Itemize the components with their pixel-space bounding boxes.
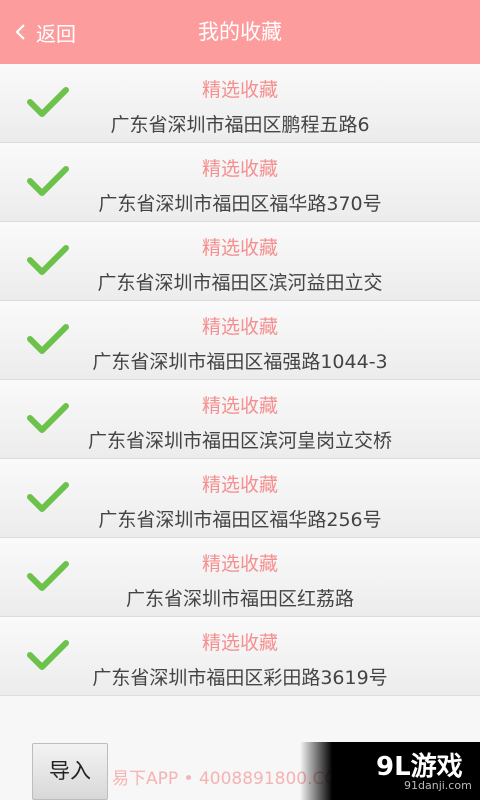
list-item[interactable]: 精选收藏 广东省深圳市福田区福华路370号 xyxy=(0,143,480,222)
import-button[interactable]: 导入 xyxy=(32,743,108,800)
item-address: 广东省深圳市福田区福华路256号 xyxy=(98,509,382,531)
list-item[interactable]: 精选收藏 广东省深圳市福田区福强路1044-3 xyxy=(0,301,480,380)
list-item[interactable]: 精选收藏 广东省深圳市福田区滨河皇岗立交桥 xyxy=(0,380,480,459)
list-item[interactable]: 精选收藏 广东省深圳市福田区鹏程五路6 xyxy=(0,64,480,143)
app-header: 返回 我的收藏 xyxy=(0,0,480,64)
footer-bar: 导入 易下APP • 4008891800.COM 9L游戏 91danji.c… xyxy=(0,742,480,800)
list-item[interactable]: 精选收藏 广东省深圳市福田区彩田路3619号 xyxy=(0,617,480,696)
item-title: 精选收藏 xyxy=(201,395,278,417)
item-title: 精选收藏 xyxy=(201,316,278,338)
logo-sub-text: 91danji.com xyxy=(404,779,472,792)
item-address: 广东省深圳市福田区鹏程五路6 xyxy=(110,114,370,136)
favorites-list: 精选收藏 广东省深圳市福田区鹏程五路6 精选收藏 广东省深圳市福田区福华路370… xyxy=(0,64,480,696)
item-title: 精选收藏 xyxy=(201,237,278,259)
item-title: 精选收藏 xyxy=(201,158,278,180)
item-address: 广东省深圳市福田区福强路1044-3 xyxy=(92,351,388,373)
item-address: 广东省深圳市福田区福华路370号 xyxy=(98,193,382,215)
item-address: 广东省深圳市福田区滨河益田立交 xyxy=(97,272,383,294)
item-address: 广东省深圳市福田区红荔路 xyxy=(125,588,354,610)
item-title: 精选收藏 xyxy=(201,79,278,101)
site-logo: 9L游戏 91danji.com xyxy=(300,742,480,800)
item-title: 精选收藏 xyxy=(201,474,278,496)
list-item[interactable]: 精选收藏 广东省深圳市福田区红荔路 xyxy=(0,538,480,617)
item-address: 广东省深圳市福田区滨河皇岗立交桥 xyxy=(87,430,392,452)
logo-main-text: 9L游戏 xyxy=(376,752,463,782)
item-title: 精选收藏 xyxy=(201,632,278,654)
list-item[interactable]: 精选收藏 广东省深圳市福田区滨河益田立交 xyxy=(0,222,480,301)
list-item[interactable]: 精选收藏 广东省深圳市福田区福华路256号 xyxy=(0,459,480,538)
item-title: 精选收藏 xyxy=(201,553,278,575)
item-address: 广东省深圳市福田区彩田路3619号 xyxy=(92,667,388,689)
page-title: 我的收藏 xyxy=(198,20,282,44)
